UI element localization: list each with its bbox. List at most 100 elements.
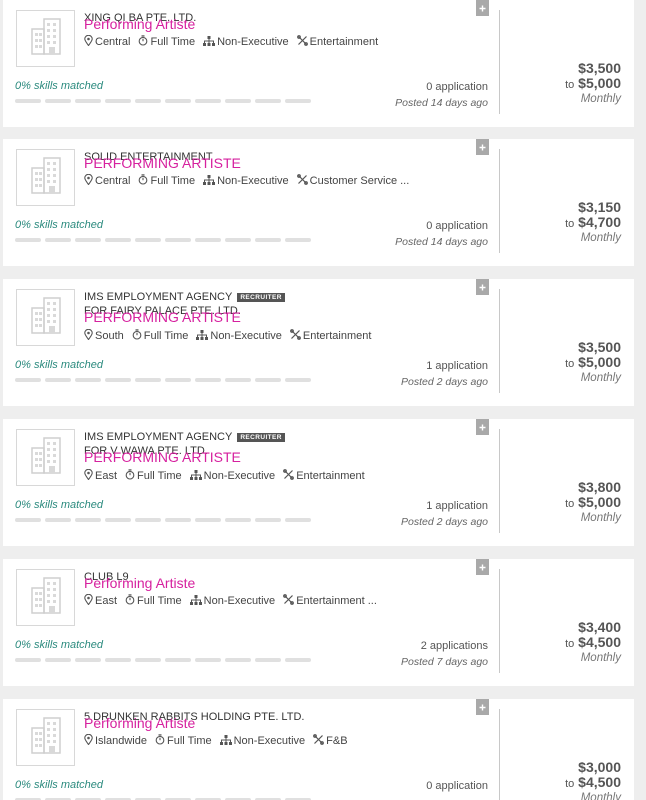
hierarchy-icon bbox=[196, 329, 210, 343]
bookmark-button[interactable] bbox=[476, 139, 489, 155]
salary-period: Monthly bbox=[580, 652, 621, 664]
hierarchy-icon bbox=[189, 594, 204, 608]
skill-match-segment bbox=[45, 658, 71, 662]
skill-match-segment bbox=[105, 99, 131, 103]
skills-matched: 0% skills matched bbox=[15, 639, 104, 651]
job-meta: Central Full Time Non-Executive Entertainme… bbox=[84, 34, 386, 49]
skill-match-segment bbox=[225, 658, 251, 662]
level-tag: Non-Executive bbox=[189, 594, 276, 608]
tools-icon bbox=[296, 174, 310, 188]
employment-type-label: Full Time bbox=[166, 735, 212, 747]
divider bbox=[499, 429, 500, 533]
job-title[interactable]: PERFORMING ARTISTE bbox=[84, 155, 241, 171]
level-label: Non-Executive bbox=[203, 595, 276, 607]
skills-matched: 0% skills matched bbox=[15, 779, 104, 791]
skill-match-segment bbox=[255, 238, 281, 242]
job-meta: South Full Time Non-Executive Entertainment bbox=[84, 328, 379, 343]
skill-match-segment bbox=[75, 658, 101, 662]
salary-to-label: to bbox=[565, 358, 575, 370]
job-card[interactable]: XING QI BA PTE. LTD. Performing Artiste Ce… bbox=[3, 0, 634, 127]
salary-to-line: to $4,500 bbox=[565, 634, 621, 650]
category-tag: Entertainment bbox=[283, 469, 365, 483]
salary-to: $4,700 bbox=[578, 214, 621, 230]
skill-match-segment bbox=[165, 99, 191, 103]
job-title[interactable]: PERFORMING ARTISTE bbox=[84, 309, 241, 325]
skill-match-segment bbox=[75, 99, 101, 103]
location-tag: South bbox=[84, 328, 124, 343]
job-title[interactable]: Performing Artiste bbox=[84, 575, 195, 591]
company-logo bbox=[16, 709, 75, 766]
bookmark-button[interactable] bbox=[476, 419, 489, 435]
employment-type-label: Full Time bbox=[150, 175, 196, 187]
skill-match-segment bbox=[75, 238, 101, 242]
job-title[interactable]: Performing Artiste bbox=[84, 16, 195, 32]
skill-match-segment bbox=[255, 99, 281, 103]
job-meta: East Full Time Non-Executive Entertainment … bbox=[84, 593, 385, 608]
category-label: Entertainment bbox=[296, 470, 365, 482]
skill-match-segment bbox=[75, 518, 101, 522]
salary-to: $4,500 bbox=[578, 634, 621, 650]
posted-date: Posted 14 days ago bbox=[395, 97, 488, 109]
hierarchy-icon bbox=[203, 35, 217, 49]
skill-match-segment bbox=[225, 99, 251, 103]
location-tag: East bbox=[84, 593, 118, 608]
skill-match-segment bbox=[135, 378, 161, 382]
salary-period: Monthly bbox=[580, 93, 621, 105]
salary-from: $3,500 bbox=[578, 60, 621, 76]
company-logo bbox=[16, 289, 75, 346]
bookmark-icon bbox=[479, 278, 486, 296]
salary-to: $5,000 bbox=[578, 354, 621, 370]
salary-to-label: to bbox=[565, 498, 575, 510]
job-card[interactable]: SOLID ENTERTAINMENT PERFORMING ARTISTE Cen… bbox=[3, 139, 634, 266]
divider bbox=[499, 149, 500, 253]
tools-icon bbox=[313, 734, 326, 748]
building-icon bbox=[30, 576, 62, 619]
skill-match-segment bbox=[105, 658, 131, 662]
job-card[interactable]: IMS EMPLOYMENT AGENCY RECRUITER for V WAWA… bbox=[3, 419, 634, 546]
recruiter-badge: RECRUITER bbox=[237, 432, 285, 442]
skill-match-segment bbox=[135, 518, 161, 522]
company-logo bbox=[16, 149, 75, 206]
company-line: IMS EMPLOYMENT AGENCY RECRUITER bbox=[84, 431, 285, 443]
salary-to-line: to $5,000 bbox=[565, 494, 621, 510]
skill-match-segment bbox=[45, 238, 71, 242]
company-name[interactable]: IMS EMPLOYMENT AGENCY bbox=[84, 291, 232, 303]
skills-matched: 0% skills matched bbox=[15, 359, 104, 371]
salary-to-label: to bbox=[565, 218, 575, 230]
category-label: Entertainment ... bbox=[296, 595, 377, 607]
recruiter-badge: RECRUITER bbox=[237, 292, 285, 302]
stopwatch-icon bbox=[138, 174, 150, 188]
job-card[interactable]: 5 DRUNKEN RABBITS HOLDING PTE. LTD. Perfo… bbox=[3, 699, 634, 800]
application-count: 0 application bbox=[426, 220, 488, 232]
skill-match-segment bbox=[105, 518, 131, 522]
bookmark-button[interactable] bbox=[476, 699, 489, 715]
bookmark-button[interactable] bbox=[476, 559, 489, 575]
bookmark-button[interactable] bbox=[476, 0, 489, 16]
tools-icon bbox=[283, 594, 296, 608]
job-title[interactable]: Performing Artiste bbox=[84, 715, 195, 731]
skills-match-bar bbox=[15, 658, 315, 662]
location-tag: Central bbox=[84, 34, 130, 49]
building-icon bbox=[30, 716, 62, 759]
job-title[interactable]: PERFORMING ARTISTE bbox=[84, 449, 241, 465]
skill-match-segment bbox=[135, 99, 161, 103]
skill-match-segment bbox=[165, 378, 191, 382]
divider bbox=[499, 709, 500, 800]
category-tag: F&B bbox=[313, 734, 348, 748]
skills-matched: 0% skills matched bbox=[15, 219, 104, 231]
job-card[interactable]: CLUB L9 Performing Artiste East Full Time No… bbox=[3, 559, 634, 686]
salary-period: Monthly bbox=[580, 512, 621, 524]
location-label: East bbox=[95, 595, 118, 607]
salary-to-line: to $4,700 bbox=[565, 214, 621, 230]
level-tag: Non-Executive bbox=[196, 329, 282, 343]
bookmark-button[interactable] bbox=[476, 279, 489, 295]
employment-type-tag: Full Time bbox=[132, 329, 188, 343]
bookmark-icon bbox=[479, 558, 486, 576]
hierarchy-icon bbox=[189, 469, 204, 483]
company-name[interactable]: IMS EMPLOYMENT AGENCY bbox=[84, 431, 232, 443]
skill-match-segment bbox=[45, 99, 71, 103]
divider bbox=[499, 10, 500, 114]
level-label: Non-Executive bbox=[210, 330, 282, 342]
posted-date: Posted 2 days ago bbox=[401, 516, 488, 528]
job-card[interactable]: IMS EMPLOYMENT AGENCY RECRUITER for FAIRY … bbox=[3, 279, 634, 406]
